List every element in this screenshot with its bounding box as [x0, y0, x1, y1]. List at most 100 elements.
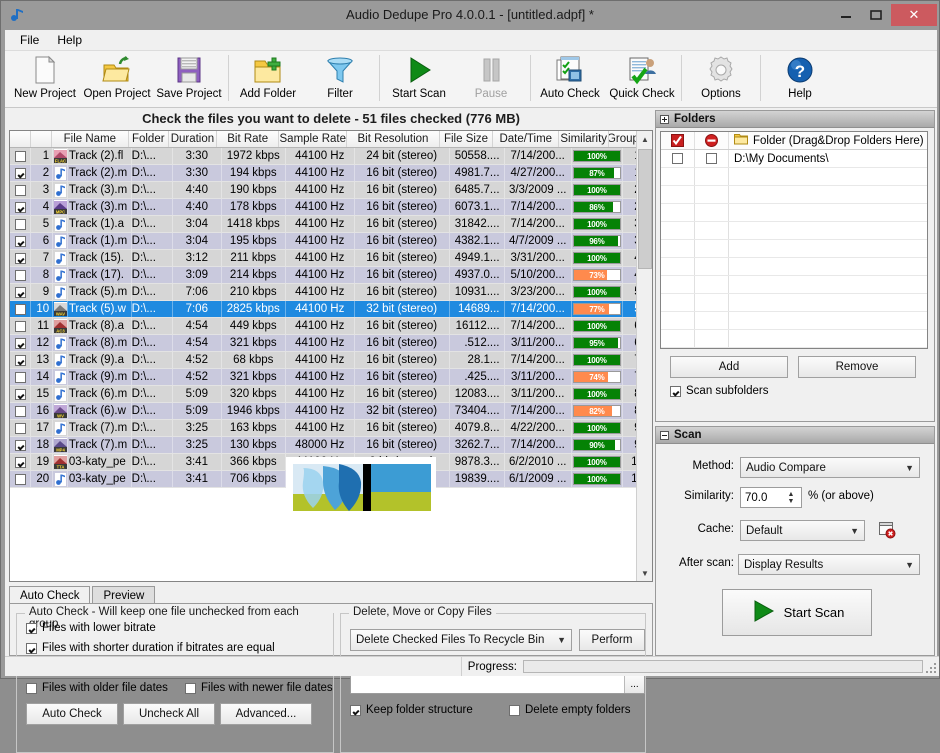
- checkbox-icon[interactable]: [26, 622, 37, 634]
- table-row[interactable]: 11 AC3 Track (8).a D:\... 4:54 449 kbps 44100 …: [10, 318, 652, 335]
- table-row[interactable]: 2 Track (2).m D:\... 3:30 194 kbps 44100 Hz 16…: [10, 165, 652, 182]
- option-shorter-duration[interactable]: Files with shorter duration if bitrates …: [26, 642, 275, 654]
- row-checkbox[interactable]: [10, 369, 31, 385]
- header-group[interactable]: Group: [609, 131, 638, 147]
- row-checkbox[interactable]: [10, 403, 31, 419]
- checkbox-icon[interactable]: [14, 252, 26, 264]
- folder-row-empty[interactable]: [661, 312, 927, 330]
- table-row[interactable]: 4 MPC Track (3).m D:\... 4:40 178 kbps 44100 H…: [10, 199, 652, 216]
- checkbox-icon[interactable]: [26, 642, 37, 654]
- row-checkbox[interactable]: [10, 199, 31, 215]
- scan-subfolders-option[interactable]: Scan subfolders: [670, 385, 768, 397]
- row-checkbox[interactable]: [10, 471, 31, 487]
- checkbox-icon[interactable]: [185, 682, 196, 694]
- auto-check-button[interactable]: Auto Check: [26, 703, 118, 725]
- header-folder[interactable]: Folder: [128, 131, 169, 147]
- scan-panel-header[interactable]: Scan: [656, 427, 934, 444]
- toolbar-help[interactable]: ? Help: [764, 51, 836, 106]
- red-check-icon[interactable]: [661, 132, 695, 149]
- destination-input[interactable]: ...: [350, 674, 645, 694]
- folder-exclude-checkbox[interactable]: [695, 150, 729, 167]
- folder-include-checkbox[interactable]: [661, 150, 695, 167]
- delete-empty-folders-option[interactable]: Delete empty folders: [509, 704, 630, 716]
- scroll-up-button[interactable]: ▲: [637, 131, 652, 147]
- clear-cache-icon[interactable]: [878, 521, 896, 542]
- table-row[interactable]: 5 Track (1).a D:\... 3:04 1418 kbps 44100 Hz 1…: [10, 216, 652, 233]
- file-list[interactable]: File Name Folder Duration Bit Rate Sampl…: [9, 130, 653, 582]
- folder-row-empty[interactable]: [661, 168, 927, 186]
- header-file-name[interactable]: File Name: [52, 131, 129, 147]
- row-checkbox[interactable]: [10, 352, 31, 368]
- folders-panel-header[interactable]: Folders: [656, 111, 934, 128]
- checkbox-icon[interactable]: [14, 167, 26, 179]
- row-checkbox[interactable]: [10, 216, 31, 232]
- cache-select[interactable]: Default ▼: [740, 520, 865, 541]
- table-row[interactable]: 12 Track (8).m D:\... 4:54 321 kbps 44100 Hz 1…: [10, 335, 652, 352]
- row-checkbox[interactable]: [10, 301, 31, 317]
- table-row[interactable]: 1 FLAC Track (2).fl D:\... 3:30 1972 kbps 4410…: [10, 148, 652, 165]
- table-row[interactable]: 3 Track (3).m D:\... 4:40 190 kbps 44100 Hz 16…: [10, 182, 652, 199]
- row-checkbox[interactable]: [10, 386, 31, 402]
- file-list-scrollbar[interactable]: ▲ ▼: [636, 131, 652, 581]
- toolbar-add-folder[interactable]: Add Folder: [232, 51, 304, 106]
- checkbox-icon[interactable]: [14, 184, 26, 196]
- toolbar-start-scan[interactable]: Start Scan: [383, 51, 455, 106]
- row-checkbox[interactable]: [10, 284, 31, 300]
- header-duration[interactable]: Duration: [168, 131, 217, 147]
- checkbox-icon[interactable]: [14, 303, 26, 315]
- maximize-button[interactable]: [861, 5, 891, 25]
- delete-action-select[interactable]: Delete Checked Files To Recycle Bin ▼: [350, 629, 572, 651]
- table-row[interactable]: 9 Track (5).m D:\... 7:06 210 kbps 44100 Hz 16…: [10, 284, 652, 301]
- row-checkbox[interactable]: [10, 420, 31, 436]
- toolbar-filter[interactable]: Filter: [304, 51, 376, 106]
- perform-button[interactable]: Perform: [579, 629, 645, 651]
- folder-row-empty[interactable]: [661, 222, 927, 240]
- checkbox-icon[interactable]: [509, 704, 520, 716]
- table-row[interactable]: 15 Track (6).m D:\... 5:09 320 kbps 44100 Hz 1…: [10, 386, 652, 403]
- row-checkbox[interactable]: [10, 233, 31, 249]
- checkbox-icon[interactable]: [14, 354, 26, 366]
- expand-collapse-icon[interactable]: [660, 114, 669, 124]
- table-row[interactable]: 7 Track (15). D:\... 3:12 211 kbps 44100 Hz 16…: [10, 250, 652, 267]
- row-checkbox[interactable]: [10, 250, 31, 266]
- checkbox-icon[interactable]: [14, 337, 26, 349]
- header-bit-resolution[interactable]: Bit Resolution: [347, 131, 440, 147]
- method-select[interactable]: Audio Compare ▼: [740, 457, 920, 478]
- row-checkbox[interactable]: [10, 165, 31, 181]
- checkbox-icon[interactable]: [14, 201, 26, 213]
- resize-grip[interactable]: [923, 657, 939, 676]
- start-scan-button[interactable]: Start Scan: [722, 589, 872, 636]
- checkbox-icon[interactable]: [14, 388, 26, 400]
- folder-row-empty[interactable]: [661, 186, 927, 204]
- toolbar-save-project[interactable]: Save Project: [153, 51, 225, 106]
- checkbox-icon[interactable]: [350, 704, 361, 716]
- folder-row-empty[interactable]: [661, 330, 927, 348]
- similarity-input[interactable]: 70.0 ▲ ▼: [740, 487, 802, 508]
- toolbar-open-project[interactable]: Open Project: [81, 51, 153, 106]
- table-row[interactable]: 14 Track (9).m D:\... 4:52 321 kbps 44100 Hz 1…: [10, 369, 652, 386]
- toolbar-options[interactable]: Options: [685, 51, 757, 106]
- folder-row[interactable]: D:\My Documents\: [661, 150, 927, 168]
- checkbox-icon[interactable]: [670, 385, 681, 397]
- expand-collapse-icon[interactable]: [660, 430, 669, 440]
- advanced-button[interactable]: Advanced...: [220, 703, 312, 725]
- toolbar-pause[interactable]: Pause: [455, 51, 527, 106]
- header-similarity[interactable]: Similarity: [559, 131, 610, 147]
- table-row[interactable]: 8 Track (17). D:\... 3:09 214 kbps 44100 Hz 16…: [10, 267, 652, 284]
- after-scan-select[interactable]: Display Results ▼: [738, 554, 920, 575]
- minimize-button[interactable]: [831, 5, 861, 25]
- toolbar-new-project[interactable]: New Project: [9, 51, 81, 106]
- browse-button[interactable]: ...: [624, 675, 644, 693]
- table-row[interactable]: 17 Track (7).m D:\... 3:25 163 kbps 44100 Hz 1…: [10, 420, 652, 437]
- table-row[interactable]: 18 MP4 Track (7).m D:\... 3:25 130 kbps 48000 …: [10, 437, 652, 454]
- checkbox-icon[interactable]: [14, 218, 26, 230]
- row-checkbox[interactable]: [10, 148, 31, 164]
- row-checkbox[interactable]: [10, 318, 31, 334]
- option-older-dates[interactable]: Files with older file dates: [26, 682, 168, 694]
- option-lower-bitrate[interactable]: Files with lower bitrate: [26, 622, 156, 634]
- checkbox-icon[interactable]: [14, 320, 26, 332]
- scroll-thumb[interactable]: [638, 149, 652, 269]
- keep-folder-structure-option[interactable]: Keep folder structure: [350, 704, 473, 716]
- menu-help[interactable]: Help: [48, 31, 91, 49]
- row-checkbox[interactable]: [10, 182, 31, 198]
